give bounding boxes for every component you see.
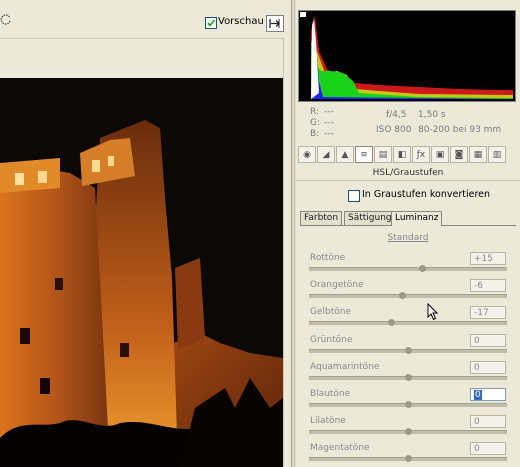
standard-link[interactable]: Standard (296, 233, 520, 243)
tab-luminanz[interactable]: Luminanz (391, 211, 443, 226)
b-value: --- (324, 129, 334, 139)
slider-label: Grüntöne (310, 334, 353, 345)
slider-thumb[interactable] (404, 401, 412, 408)
checkmark-icon (207, 19, 216, 27)
slider-value-text: 0 (474, 390, 482, 400)
mouse-cursor-icon (427, 303, 439, 321)
slider-label: Magentatöne (310, 443, 370, 454)
aperture-value: f/4,5 (386, 110, 407, 120)
preview-checkbox[interactable] (205, 17, 217, 29)
slider-label: Blautöne (310, 389, 351, 399)
panel-tab-icons: ◉ ◢ ▲ ≡ ▤ ◧ ƒx ▣ ◙ ▦ ▥ (296, 146, 520, 164)
panel-title: HSL/Graustufen (296, 166, 520, 181)
slider-thumb[interactable] (404, 346, 412, 354)
lens-corrections-icon[interactable]: ◧ (393, 146, 411, 163)
slider-thumb[interactable] (404, 428, 412, 436)
r-value: --- (324, 107, 334, 117)
fullscreen-button[interactable] (266, 15, 284, 32)
slider-value-field[interactable]: 0 (470, 415, 506, 429)
camera-calibration-icon[interactable]: ƒx (412, 146, 430, 163)
tab-saettigung[interactable]: Sättigung (344, 211, 396, 225)
detail-icon[interactable]: ▲ (336, 146, 354, 163)
slider-value-field[interactable]: 0 (470, 388, 506, 401)
castle-night-photo (0, 78, 283, 467)
slider-label: Aquamarintöne (310, 361, 380, 372)
grayscale-label: In Graustufen konvertieren (362, 189, 491, 200)
slider-track[interactable] (309, 267, 507, 271)
slider-value-field[interactable]: 0 (470, 333, 506, 347)
fx-icon[interactable]: ▣ (431, 146, 449, 163)
rotate-icon[interactable] (0, 14, 12, 26)
hsl-tabs: Farbton Sättigung Luminanz (300, 211, 516, 226)
slider-thumb[interactable] (404, 455, 412, 463)
slider-value-field[interactable]: -17 (470, 306, 506, 320)
image-preview-area: Vorschau (0, 0, 292, 467)
slider-value-field[interactable]: 0 (470, 442, 506, 456)
fullscreen-icon (269, 19, 280, 28)
slider-track[interactable] (309, 294, 507, 299)
iso-value: ISO 800 (376, 125, 412, 135)
preview-toolbar: Vorschau (0, 0, 291, 39)
slider-track[interactable] (309, 321, 507, 326)
basic-icon[interactable]: ◉ (298, 146, 316, 163)
tab-farbton[interactable]: Farbton (300, 211, 343, 225)
snapshots-icon[interactable]: ▥ (488, 146, 506, 163)
slider-thumb[interactable] (404, 373, 412, 381)
slider-label: Gelbtöne (310, 307, 352, 318)
presets-icon[interactable]: ▦ (469, 146, 487, 163)
preview-label: Vorschau (218, 16, 264, 27)
g-label: G: (310, 118, 321, 128)
tone-curve-icon[interactable]: ◢ (317, 146, 335, 163)
pixel-readout: R: --- G: --- B: --- f/4,5 1,50 s ISO 80… (298, 103, 514, 143)
shadow-clip-icon (300, 12, 306, 17)
grayscale-checkbox[interactable] (348, 190, 360, 202)
split-toning-icon[interactable]: ▤ (374, 146, 392, 163)
slider-thumb[interactable] (398, 292, 406, 300)
shutter-value: 1,50 s (418, 110, 446, 120)
photo-canvas[interactable] (0, 78, 283, 467)
slider-label: Orangetöne (310, 280, 364, 291)
adjustment-panel: R: --- G: --- B: --- f/4,5 1,50 s ISO 80… (296, 0, 520, 467)
hsl-icon[interactable]: ≡ (355, 146, 373, 163)
g-value: --- (324, 118, 334, 128)
slider-value-field[interactable]: -6 (470, 279, 506, 293)
b-label: B: (310, 129, 320, 139)
lens-value: 80-200 bei 93 mm (418, 125, 502, 135)
slider-value-field[interactable]: 0 (470, 360, 506, 374)
camera-icon[interactable]: ◙ (450, 146, 468, 163)
slider-label: Rottöne (310, 253, 346, 263)
r-label: R: (310, 107, 320, 117)
slider-label: Lilatöne (310, 416, 346, 427)
histogram (298, 10, 516, 102)
slider-value-field[interactable]: +15 (470, 252, 506, 265)
